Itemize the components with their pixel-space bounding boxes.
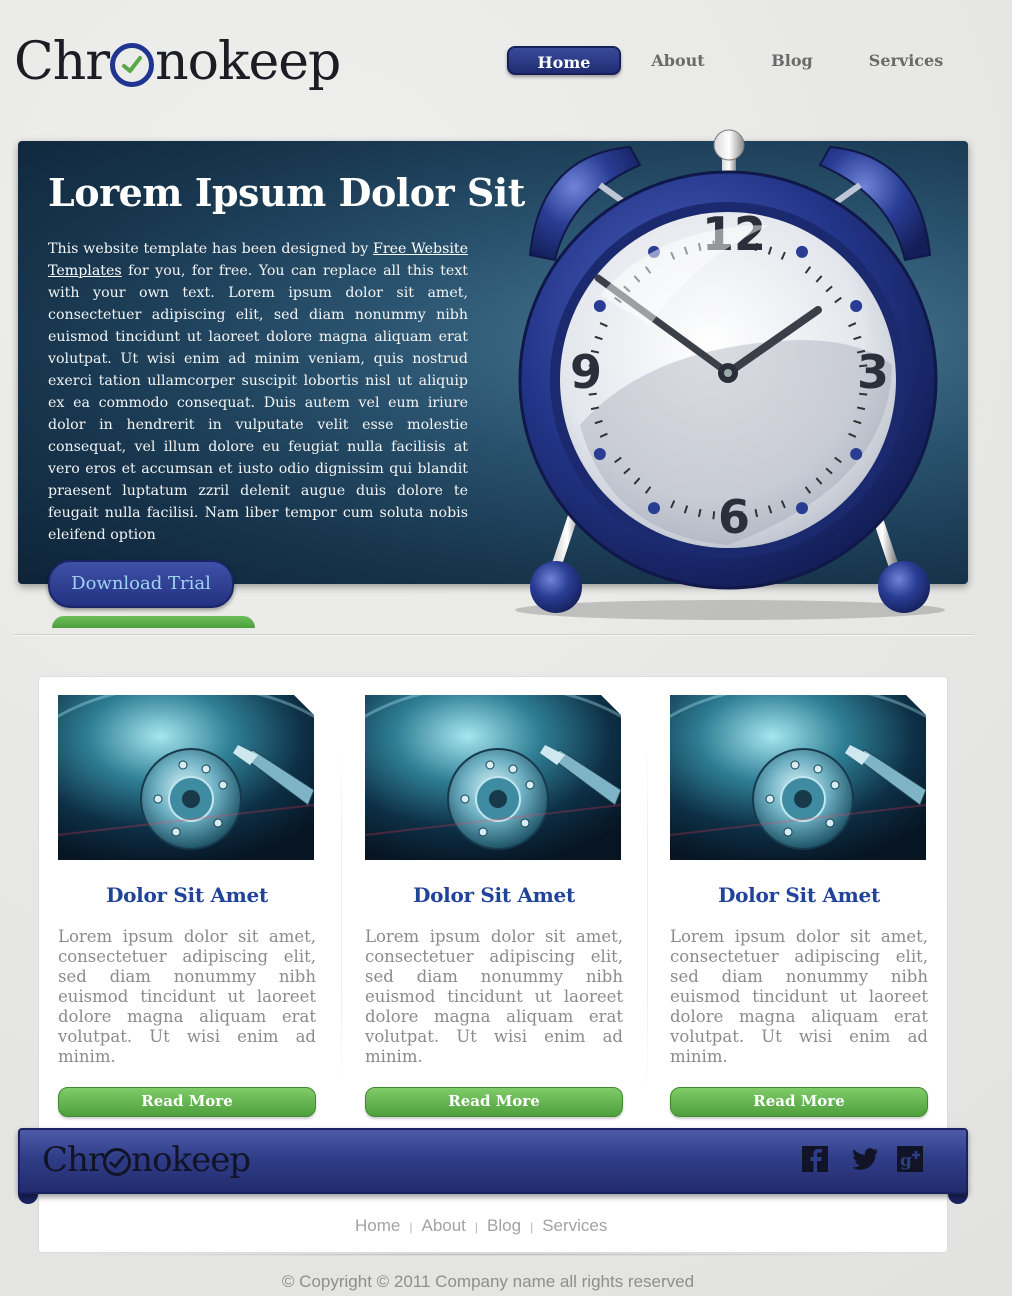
footer-nav-separator: | [474,1220,479,1234]
column-separator [341,745,342,1090]
hero-title: Lorem Ipsum Dolor Sit [48,170,525,215]
download-trial-button[interactable]: Download Trial [48,560,234,608]
logo-text-prefix: Chr [14,32,110,92]
clock-number-6: 6 [718,490,750,544]
clock-number-3: 3 [857,345,889,399]
footer-logo-check-icon [103,1148,132,1176]
footer-logo-text-prefix: Chr [42,1140,104,1180]
footer-link-home[interactable]: Home [355,1216,400,1238]
hero-text-body: for you, for free. You can replace all t… [48,263,468,543]
copyright: © Copyright © 2011 Company name all righ… [281,1272,695,1291]
feature-text: Lorem ipsum dolor sit amet, consectetuer… [670,927,928,1066]
twitter-icon[interactable] [851,1145,879,1173]
facebook-icon[interactable] [801,1145,829,1173]
column-separator [647,745,648,1090]
svg-text:g: g [900,1151,912,1171]
footer-logo-text-suffix: nokeep [131,1140,251,1180]
footer-nav-separator: | [409,1220,413,1234]
feature-title: Dolor Sit Amet [718,883,880,907]
hard-drive-image[interactable] [365,695,621,860]
hard-drive-image[interactable] [670,695,926,860]
feature-title: Dolor Sit Amet [106,883,268,907]
feature-column-1: Dolor Sit Amet Lorem ipsum dolor sit ame… [58,695,316,1117]
logo[interactable]: Chr nokeep [14,30,341,94]
read-more-button[interactable]: Read More [670,1087,928,1117]
hero-divider [14,634,974,635]
footer-link-about[interactable]: About [421,1216,465,1238]
hard-drive-image[interactable] [58,695,314,860]
nav-about[interactable]: About [621,46,735,75]
read-more-button[interactable]: Read More [365,1087,623,1117]
clock-number-9: 9 [570,345,602,399]
footer-logo[interactable]: Chr nokeep [42,1138,251,1182]
main-nav: Home About Blog Services [507,46,963,75]
feature-column-3: Dolor Sit Amet Lorem ipsum dolor sit ame… [670,695,928,1117]
feature-title: Dolor Sit Amet [413,883,575,907]
hero-text-intro: This website template has been designed … [48,241,373,257]
social-links: g [801,1145,924,1173]
footer-nav-separator: | [530,1220,534,1234]
footer-link-blog[interactable]: Blog [487,1216,521,1238]
alarm-clock-illustration: 12 3 6 9 [515,129,945,620]
hero-description: This website template has been designed … [48,238,468,546]
feature-text: Lorem ipsum dolor sit amet, consectetuer… [365,927,623,1066]
nav-blog[interactable]: Blog [735,46,849,75]
panel-shadow [60,1253,920,1256]
logo-check-icon [110,43,155,87]
footer-nav: Home | About | Blog | Services [355,1216,607,1238]
secondary-button-peek[interactable] [52,616,255,628]
footer-link-services[interactable]: Services [542,1216,607,1238]
google-plus-icon[interactable]: g [896,1145,924,1173]
logo-text-suffix: nokeep [155,32,341,92]
nav-home[interactable]: Home [507,46,621,75]
feature-column-2: Dolor Sit Amet Lorem ipsum dolor sit ame… [365,695,623,1117]
nav-services[interactable]: Services [849,46,963,75]
feature-text: Lorem ipsum dolor sit amet, consectetuer… [58,927,316,1066]
read-more-button[interactable]: Read More [58,1087,316,1117]
